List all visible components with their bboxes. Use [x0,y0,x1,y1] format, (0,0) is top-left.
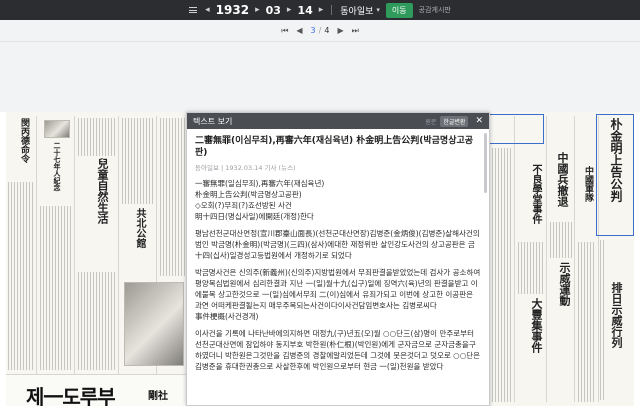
advertisement: 제一도루부 剛社 [6,374,188,406]
news-photo [44,120,70,138]
news-photo [124,282,184,366]
hangul-convert-button[interactable]: 한글변환 [440,115,469,127]
prev-page-icon[interactable]: ◀ [296,26,302,35]
headline-l1: 閔丙德命令 [19,118,29,163]
article-meta: 동아일보 | 1932.03.14 기사 (뉴스) [195,164,296,172]
viewer-header: 텍스트 보기 원문 한글변환 ✕ [187,113,489,129]
original-text-button[interactable]: 원문 [425,117,436,126]
close-icon[interactable]: ✕ [475,116,483,126]
article-paragraph: 평남선천군대산면정(宣川郡臺山面長)(선천군대산면장)김병준(金炳俊)(김병준)… [195,229,480,260]
newspaper-select[interactable]: 동아일보 ▾ [340,4,380,17]
headline-l4: 共北公館 [134,208,145,248]
headline-r5: 示威運動 [558,262,571,306]
total-pages: 4 [324,26,330,35]
divider [331,5,333,15]
next-day-icon[interactable]: ▸ [319,5,324,15]
ad-company: 剛社 [148,391,168,402]
highlight-box [488,114,544,144]
ad-title: 제一도루부 [26,385,116,406]
newspaper-right-part: 朴金明上告公判 中國兵撤退 不良學堂事件 中國軍隊 示威運動 大豐集事件 排日示… [488,112,634,406]
headline-l3: 兒童自然生活 [96,158,109,224]
current-page: 3 [310,26,316,35]
menu-icon[interactable] [189,7,198,13]
scrollbar[interactable] [484,133,487,193]
headline-r1: 朴金明上告公判 [609,118,623,202]
page-separator: / [318,26,322,35]
year-value[interactable]: 1932 [216,3,249,17]
date-navigation-bar: ◂ 1932 ▸ 03 ▸ 14 ▸ 동아일보 ▾ 이동 공감게시판 [0,0,640,20]
chevron-down-icon: ▾ [376,6,380,14]
article-title: 二審無罪(이심무죄),再審六年(재심육년) 朴金明上告公判(박금명상고공판) [195,136,474,158]
last-page-icon[interactable]: ⏭ [352,26,359,36]
headline-r3: 不良學堂事件 [530,164,541,224]
text-viewer-panel: 텍스트 보기 원문 한글변환 ✕ 二審無罪(이심무죄),再審六年(재심육년) 朴… [186,112,490,406]
headline-r4: 中國軍隊 [583,166,593,202]
page-navigation: ⏮ ◀ 3 / 4 ▶ ⏭ [0,20,640,42]
article-paragraph: 이사건을 기록에 나타난바에의지하면 대정九(구)년五(오)월 ○○단三(삼)명… [195,329,481,371]
move-button[interactable]: 이동 [385,2,413,18]
next-year-icon[interactable]: ▸ [255,5,260,15]
prev-year-icon[interactable]: ◂ [205,5,210,15]
next-page-icon[interactable]: ▶ [337,26,343,35]
month-value[interactable]: 03 [266,4,281,17]
headline-r7: 排日示威行列 [610,282,623,348]
first-page-icon[interactable]: ⏮ [281,26,288,36]
article-content: 二審無罪(이심무죄),再審六年(재심육년) 朴金明上告公判(박금명상고공판) 동… [187,129,489,384]
article-paragraph: 一審無罪(일심무죄),再審六年(재심육년) 朴金明上告公判(박금명상고공판) ◇… [195,179,325,221]
page-counter: 3 / 4 [311,26,330,35]
next-month-icon[interactable]: ▸ [287,5,292,15]
notice-board-link[interactable]: 공감게시판 [419,5,451,15]
newspaper-label: 동아일보 [340,6,374,17]
viewer-title: 텍스트 보기 [193,116,233,126]
headline-r2: 中國兵撤退 [556,152,569,207]
toolbar-spacer [0,42,640,112]
headline-r6: 大豐集事件 [530,298,543,353]
newspaper-left-part: 閔丙德命令 二十七年人紀念 兒童自然生活 共北公館 제一도루부 剛社 [6,112,188,406]
article-paragraph: 박금명사건은 신의주(新義州)(신의주)지방법원에서 무죄판결을받았었는데 검사… [195,268,481,321]
day-value[interactable]: 14 [297,4,312,17]
headline-l2: 二十七年人紀念 [53,142,62,191]
